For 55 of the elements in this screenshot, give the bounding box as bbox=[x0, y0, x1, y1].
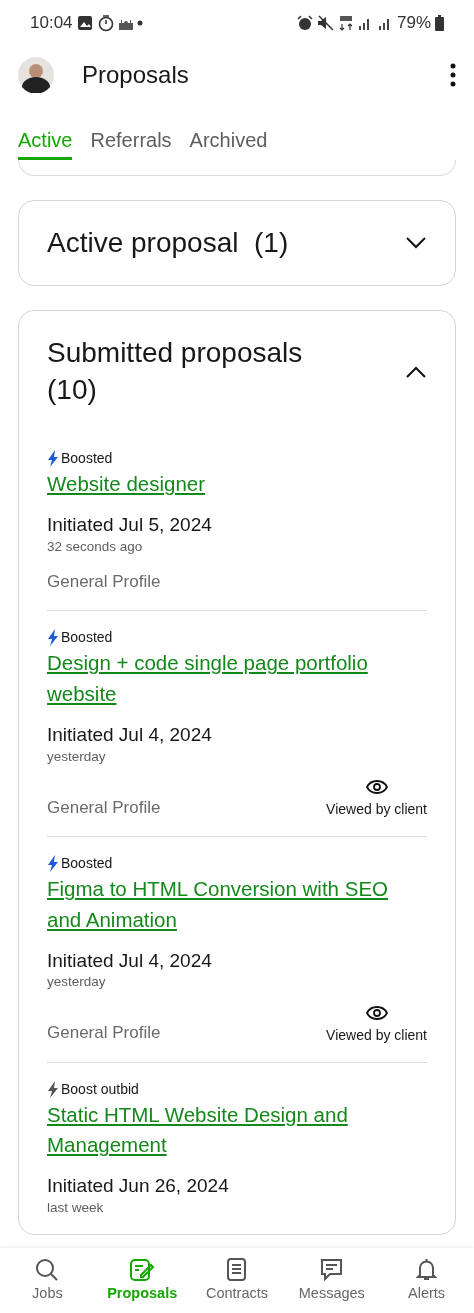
eye-icon bbox=[365, 1004, 388, 1021]
image-icon bbox=[76, 14, 93, 31]
tab[interactable]: Archived bbox=[189, 125, 268, 160]
lightning-icon bbox=[47, 450, 59, 468]
edit-icon bbox=[129, 1256, 156, 1283]
avatar-icon bbox=[18, 57, 54, 93]
job-title-link[interactable]: Website designer bbox=[47, 469, 427, 500]
boost-label: Boosted bbox=[61, 854, 113, 873]
boost-label: Boosted bbox=[61, 628, 113, 648]
profile-name: General Profile bbox=[47, 570, 161, 593]
relative-time: yesterday bbox=[47, 747, 107, 766]
nav-tab[interactable]: Proposals bbox=[102, 1256, 183, 1305]
nav-tab[interactable]: Jobs bbox=[7, 1256, 88, 1305]
viewed-status: Viewed by client bbox=[326, 1025, 427, 1045]
mute-icon bbox=[316, 14, 335, 31]
chevron-down-icon[interactable] bbox=[405, 236, 427, 251]
lightning-icon bbox=[47, 629, 59, 647]
clock-text: 10:04 bbox=[30, 11, 73, 34]
relative-time: 32 seconds ago bbox=[47, 537, 144, 556]
nav-tab[interactable]: Messages bbox=[291, 1256, 372, 1305]
nav-tab[interactable]: Contracts bbox=[197, 1256, 277, 1305]
boost-label: Boost outbid bbox=[61, 1079, 139, 1099]
section-title: Submitted proposals (10) bbox=[47, 336, 304, 407]
eye-icon bbox=[365, 779, 388, 795]
profile-name: General Profile bbox=[47, 1022, 161, 1045]
tab[interactable]: Referrals bbox=[90, 125, 172, 160]
job-title-link[interactable]: Design + code single page portfolio website bbox=[47, 648, 427, 710]
tab[interactable]: Active bbox=[18, 125, 73, 160]
alarm-icon bbox=[296, 14, 313, 31]
nav-tab[interactable]: Alerts bbox=[386, 1256, 467, 1305]
more-menu-button[interactable] bbox=[450, 62, 456, 88]
timer-icon bbox=[96, 13, 115, 32]
job-title-link[interactable]: Figma to HTML Conversion with SEO and Animation bbox=[47, 874, 427, 936]
network-icon bbox=[338, 14, 353, 31]
profile-name: General Profile bbox=[47, 796, 161, 819]
more-icon bbox=[450, 63, 456, 88]
page-title: Proposals bbox=[82, 60, 190, 90]
bell-icon bbox=[413, 1256, 440, 1283]
initiated-date: Initiated Jul 4, 2024 bbox=[47, 723, 213, 747]
initiated-date: Initiated Jul 5, 2024 bbox=[47, 513, 213, 537]
chat-icon bbox=[318, 1256, 345, 1283]
relative-time: last week bbox=[47, 1198, 105, 1217]
lightning-icon bbox=[47, 1080, 59, 1098]
initiated-date: Initiated Jun 26, 2024 bbox=[47, 1175, 230, 1198]
viewed-status: Viewed by client bbox=[326, 800, 427, 819]
lightning-icon bbox=[47, 855, 59, 872]
battery-icon bbox=[435, 14, 444, 31]
section-title: Active proposal (1) bbox=[47, 226, 289, 260]
relative-time: yesterday bbox=[47, 973, 107, 992]
job-title-link[interactable]: Static HTML Website Design and Management bbox=[47, 1099, 427, 1162]
chevron-up-icon[interactable] bbox=[405, 364, 427, 379]
boost-label: Boosted bbox=[61, 449, 113, 469]
battery-text: 79% bbox=[396, 11, 431, 34]
initiated-date: Initiated Jul 4, 2024 bbox=[47, 949, 213, 973]
dot-icon bbox=[136, 19, 143, 26]
